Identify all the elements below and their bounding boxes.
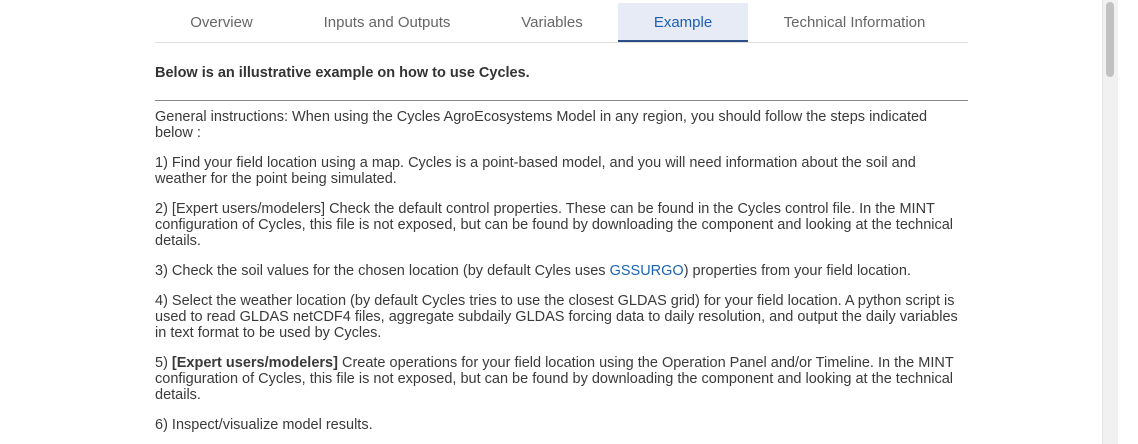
step-3-text-before: 3) Check the soil values for the chosen … [155, 263, 610, 279]
scrollbar-thumb[interactable] [1106, 2, 1114, 77]
tab-example[interactable]: Example [618, 3, 748, 42]
gssurgo-link[interactable]: GSSURGO [610, 263, 684, 279]
tab-bar: Overview Inputs and Outputs Variables Ex… [155, 0, 968, 43]
page: Overview Inputs and Outputs Variables Ex… [0, 0, 1138, 444]
step-5-prefix: 5) [155, 355, 172, 371]
step-4: 4) Select the weather location (by defau… [155, 293, 958, 341]
tab-overview[interactable]: Overview [155, 3, 288, 42]
tab-inputs-and-outputs[interactable]: Inputs and Outputs [288, 3, 486, 42]
step-5-expert-label: [Expert users/modelers] [171, 355, 338, 371]
step-6: 6) Inspect/visualize model results. [155, 417, 373, 433]
main-content: Overview Inputs and Outputs Variables Ex… [155, 0, 968, 433]
step-5: 5) [Expert users/modelers] Create operat… [155, 355, 968, 403]
step-2: 2) [Expert users/modelers] Check the def… [155, 201, 954, 249]
heading-divider [155, 100, 968, 101]
tab-technical-information[interactable]: Technical Information [748, 3, 961, 42]
step-3-text-after: ) properties from your field location. [683, 263, 911, 279]
vertical-scrollbar[interactable] [1102, 0, 1118, 444]
example-heading: Below is an illustrative example on how … [155, 65, 530, 81]
general-instructions: General instructions: When using the Cyc… [155, 109, 928, 141]
step-3: 3) Check the soil values for the chosen … [155, 263, 968, 279]
step-1: 1) Find your field location using a map.… [155, 155, 916, 187]
tab-variables[interactable]: Variables [486, 3, 618, 42]
